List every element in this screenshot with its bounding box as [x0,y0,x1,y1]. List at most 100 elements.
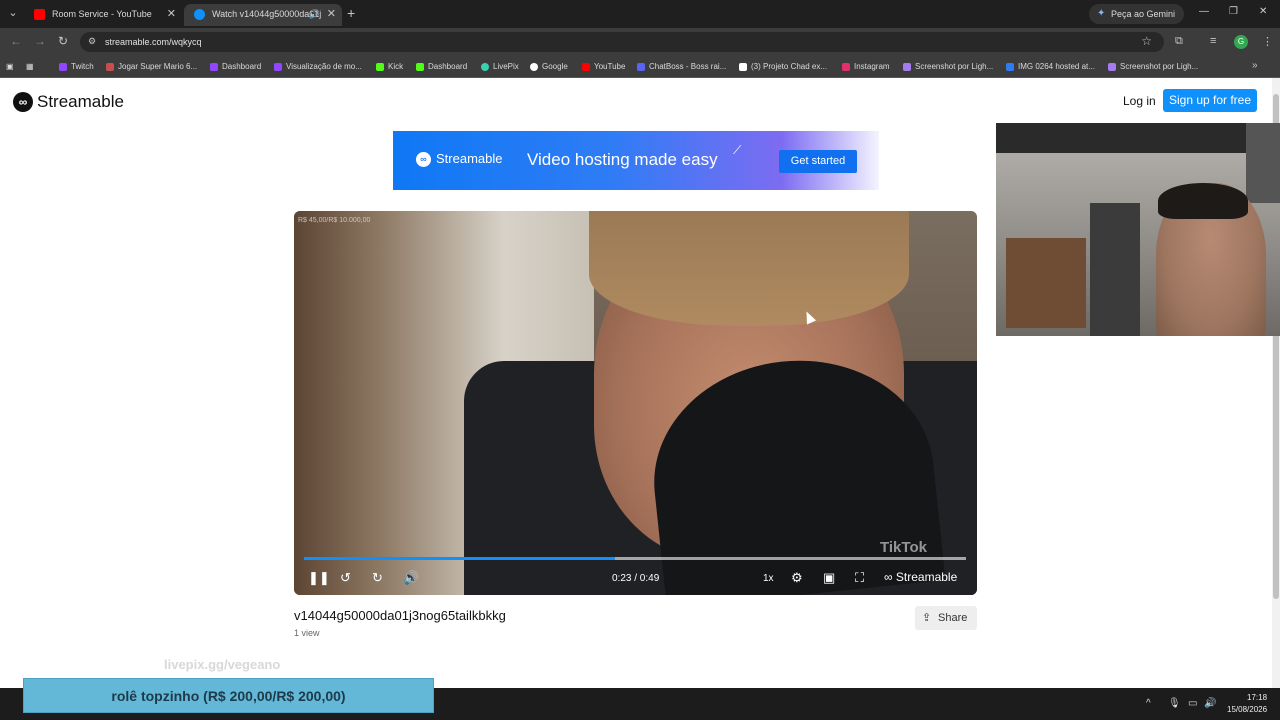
share-icon: ⇪ [922,612,932,624]
clock-date[interactable]: 15/08/2026 [1227,705,1267,714]
banner-brand: Streamable [436,151,503,166]
bookmark-label: Dashboard [222,62,262,71]
youtube-favicon-icon [34,9,45,20]
bookmark-twitch[interactable]: Twitch [59,61,94,73]
twitch-favicon-icon [59,63,67,71]
fullscreen-icon[interactable]: ⛶ [855,569,864,587]
webcam-door [1090,203,1140,336]
microphone-icon[interactable]: 🎙 [1168,698,1181,709]
bookmarks-bar: ▣ ▦ Twitch Jogar Super Mario 6... Dashbo… [0,56,1280,78]
bookmark-livepix[interactable]: LivePix [481,61,519,73]
tab-youtube[interactable]: Room Service - YouTube ✕ [24,4,182,26]
bookmark-youtube[interactable]: YouTube [582,61,625,73]
signup-button[interactable]: Sign up for free [1163,89,1257,112]
tiktok-watermark: TikTok [880,539,927,556]
network-icon[interactable]: ▭ [1188,698,1197,709]
login-link[interactable]: Log in [1123,94,1156,108]
more-bookmarks-icon[interactable]: » [1252,60,1258,71]
livepix-url: livepix.gg/vegeano [164,657,281,672]
promo-banner[interactable]: ∞ Streamable Video hosting made easy ⟋ G… [393,131,879,190]
player-brand-label: Streamable [895,570,958,584]
bookmark-dashboard[interactable]: Dashboard [210,61,261,73]
bookmark-label: Screenshot por Ligh... [915,62,994,71]
time-display: 0:23 / 0:49 [612,573,660,584]
donation-goal-bar: rolê topzinho (R$ 200,00/R$ 200,00) [23,678,434,713]
clock-time[interactable]: 17:18 [1247,693,1267,702]
bookmark-star-icon[interactable]: ☆ [1141,34,1152,48]
address-bar[interactable]: ⚙ streamable.com/wqkycq ☆ [80,32,1164,52]
gemini-button[interactable]: ✦ Peça ao Gemini [1089,4,1185,24]
tab-search-icon[interactable]: ⌄ [4,4,22,22]
menu-icon[interactable]: ⋮ [1262,35,1273,48]
tab-streamable[interactable]: Watch v14044g50000da01j 🔊 ✕ [184,4,342,26]
bookmark-folder-icon[interactable]: ▣ [6,61,14,73]
image-host-favicon-icon [1006,63,1014,71]
streamable-logo-icon: ∞ [884,570,893,584]
tab-title: Room Service - YouTube [52,9,152,19]
kick-favicon-icon [376,63,384,71]
profile-avatar[interactable]: G [1234,35,1248,49]
forward-skip-icon[interactable]: ↻ [372,569,383,587]
tab-strip: ⌄ Room Service - YouTube ✕ Watch v14044g… [0,0,1280,28]
webcam-hair [1158,183,1248,219]
video-title: v14044g50000da01j3nog65tailkbkkg [294,608,506,623]
new-tab-icon[interactable]: + [347,5,355,21]
tray-chevron-icon[interactable]: ^ [1146,698,1151,709]
bookmark-label: IMG 0264 hosted at... [1018,62,1095,71]
playback-speed[interactable]: 1x [763,573,774,584]
video-frame-hair [589,211,909,326]
streamable-logo-icon: ∞ [13,92,33,112]
webcam-cabinet [1006,238,1086,328]
bookmark-screenshot-2[interactable]: Screenshot por Ligh... [1108,61,1198,73]
streamable-favicon-icon [194,9,205,20]
rewind-icon[interactable]: ↺ [340,569,351,587]
get-started-button[interactable]: Get started [779,150,857,173]
video-player[interactable]: R$ 45,00/R$ 10.000,00 TikTok ❚❚ ↺ ↻ 🔊 0:… [294,211,977,595]
share-button[interactable]: ⇪ Share [915,606,977,630]
bookmark-screenshot-1[interactable]: Screenshot por Ligh... [903,61,993,73]
close-tab-icon[interactable]: ✕ [327,4,336,24]
bookmark-label: Screenshot por Ligh... [1120,62,1199,71]
volume-icon[interactable]: 🔊 [403,569,419,587]
google-favicon-icon [530,63,538,71]
media-controls-icon[interactable]: ≡ [1210,35,1216,47]
close-window-icon[interactable]: ✕ [1259,6,1267,17]
lightshot-favicon-icon [903,63,911,71]
bookmark-instagram[interactable]: Instagram [842,61,890,73]
speaker-icon[interactable]: 🔊 [309,4,320,24]
bookmark-visualizacao[interactable]: Visualização de mo... [274,61,362,73]
back-icon[interactable]: ← [10,34,22,48]
picture-in-picture-icon[interactable]: ▣ [823,569,835,587]
browser-toolbar: ← → ↻ ⚙ streamable.com/wqkycq ☆ ⧉ ≡ ⋮ [0,28,1280,56]
reload-icon[interactable]: ↻ [58,34,68,48]
extensions-icon[interactable]: ⧉ [1175,35,1183,48]
bookmark-google[interactable]: Google [530,61,568,73]
url-text[interactable]: streamable.com/wqkycq [105,35,202,49]
progress-bar[interactable] [304,557,966,560]
bookmark-kick-dashboard[interactable]: Dashboard [416,61,467,73]
restore-icon[interactable]: ❐ [1229,6,1238,17]
settings-icon[interactable]: ⚙ [791,569,803,587]
bookmark-mario[interactable]: Jogar Super Mario 6... [106,61,197,73]
volume-tray-icon[interactable]: 🔊 [1204,698,1216,709]
close-tab-icon[interactable]: ✕ [167,4,176,24]
player-brand[interactable]: ∞ Streamable [884,570,957,584]
video-overlay-text: R$ 45,00/R$ 10.000,00 [298,217,371,224]
chatboss-favicon-icon [637,63,645,71]
gemini-label: Peça ao Gemini [1111,9,1176,19]
bookmark-chatboss[interactable]: ChatBoss - Boss rai... [637,61,726,73]
apps-icon[interactable]: ▦ [26,61,34,73]
bookmark-kick[interactable]: Kick [376,61,403,73]
bookmark-label: Visualização de mo... [286,62,362,71]
forward-icon[interactable]: → [34,34,46,48]
site-info-icon[interactable]: ⚙ [88,36,96,47]
lightshot-favicon-icon [1108,63,1116,71]
pause-icon[interactable]: ❚❚ [308,569,330,587]
twitch-favicon-icon [274,63,282,71]
bookmark-x[interactable]: (3) Projeto Chad ex... [739,61,827,73]
youtube-favicon-icon [582,63,590,71]
minimize-icon[interactable]: — [1199,6,1209,17]
streamable-logo-icon: ∞ [416,152,431,167]
bookmark-img[interactable]: IMG 0264 hosted at... [1006,61,1095,73]
share-label: Share [938,612,968,624]
